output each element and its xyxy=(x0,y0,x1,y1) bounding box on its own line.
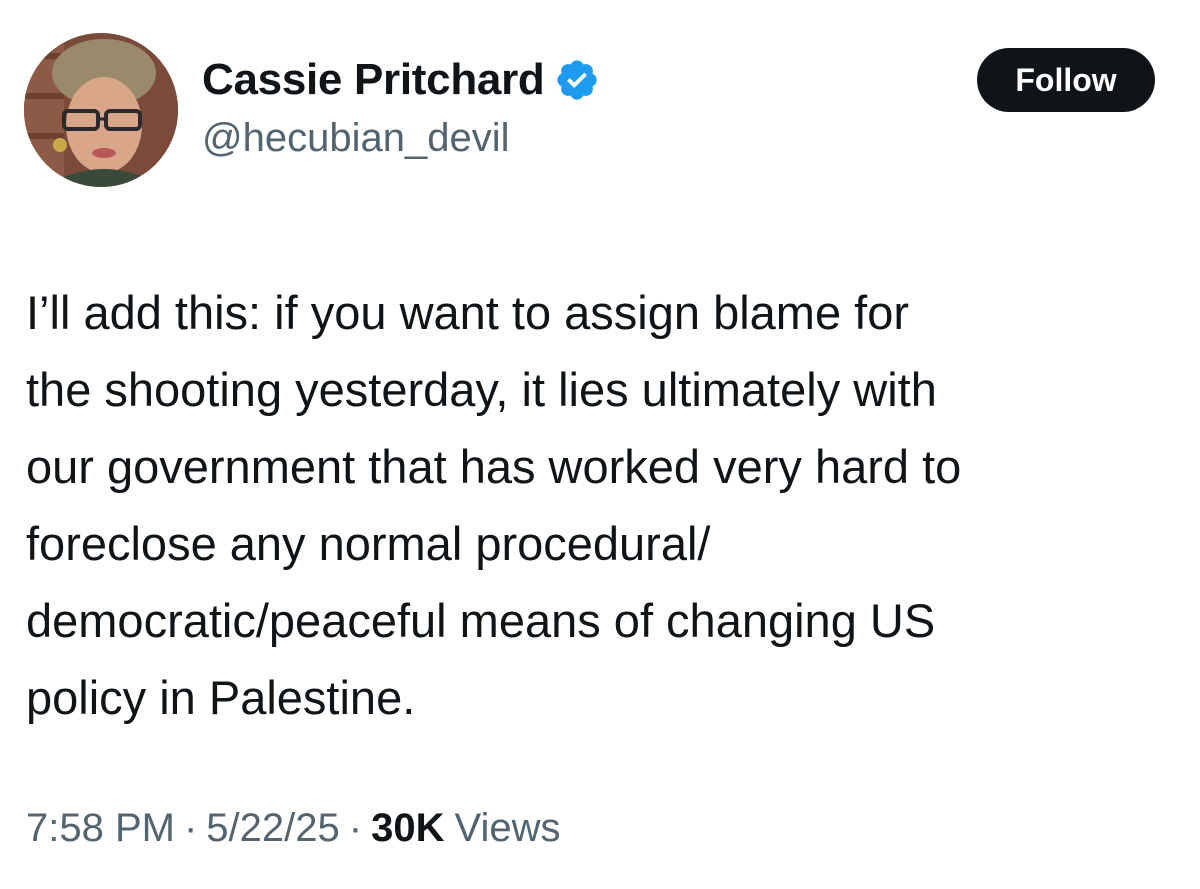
tweet-text-line: I’ll add this: if you want to assign bla… xyxy=(26,286,909,339)
tweet-date[interactable]: 5/22/25 xyxy=(206,806,339,851)
verified-badge-icon xyxy=(554,57,600,103)
tweet-card: Cassie Pritchard @hecubian_devil Follow … xyxy=(0,0,1200,889)
meta-separator: · xyxy=(348,806,363,850)
tweet-text: I’ll add this: if you want to assign bla… xyxy=(26,274,1186,736)
tweet-text-line: policy in Palestine. xyxy=(26,671,416,724)
tweet-meta: 7:58 PM · 5/22/25 · 30K Views xyxy=(26,806,560,851)
tweet-text-line: the shooting yesterday, it lies ultimate… xyxy=(26,363,937,416)
tweet-time[interactable]: 7:58 PM xyxy=(26,806,175,851)
display-name[interactable]: Cassie Pritchard xyxy=(202,55,545,105)
meta-separator: · xyxy=(183,806,198,850)
tweet-text-line: foreclose any normal procedural/ xyxy=(26,517,711,570)
follow-button[interactable]: Follow xyxy=(977,48,1155,112)
tweet-text-line: our government that has worked very hard… xyxy=(26,440,962,493)
views-count[interactable]: 30K xyxy=(371,806,444,851)
avatar[interactable] xyxy=(24,33,178,187)
avatar-image xyxy=(24,33,178,187)
tweet-text-line: democratic/peaceful means of changing US xyxy=(26,594,936,647)
user-handle[interactable]: @hecubian_devil xyxy=(202,116,509,161)
views-label[interactable]: Views xyxy=(454,806,560,851)
user-name-row: Cassie Pritchard xyxy=(202,52,600,108)
